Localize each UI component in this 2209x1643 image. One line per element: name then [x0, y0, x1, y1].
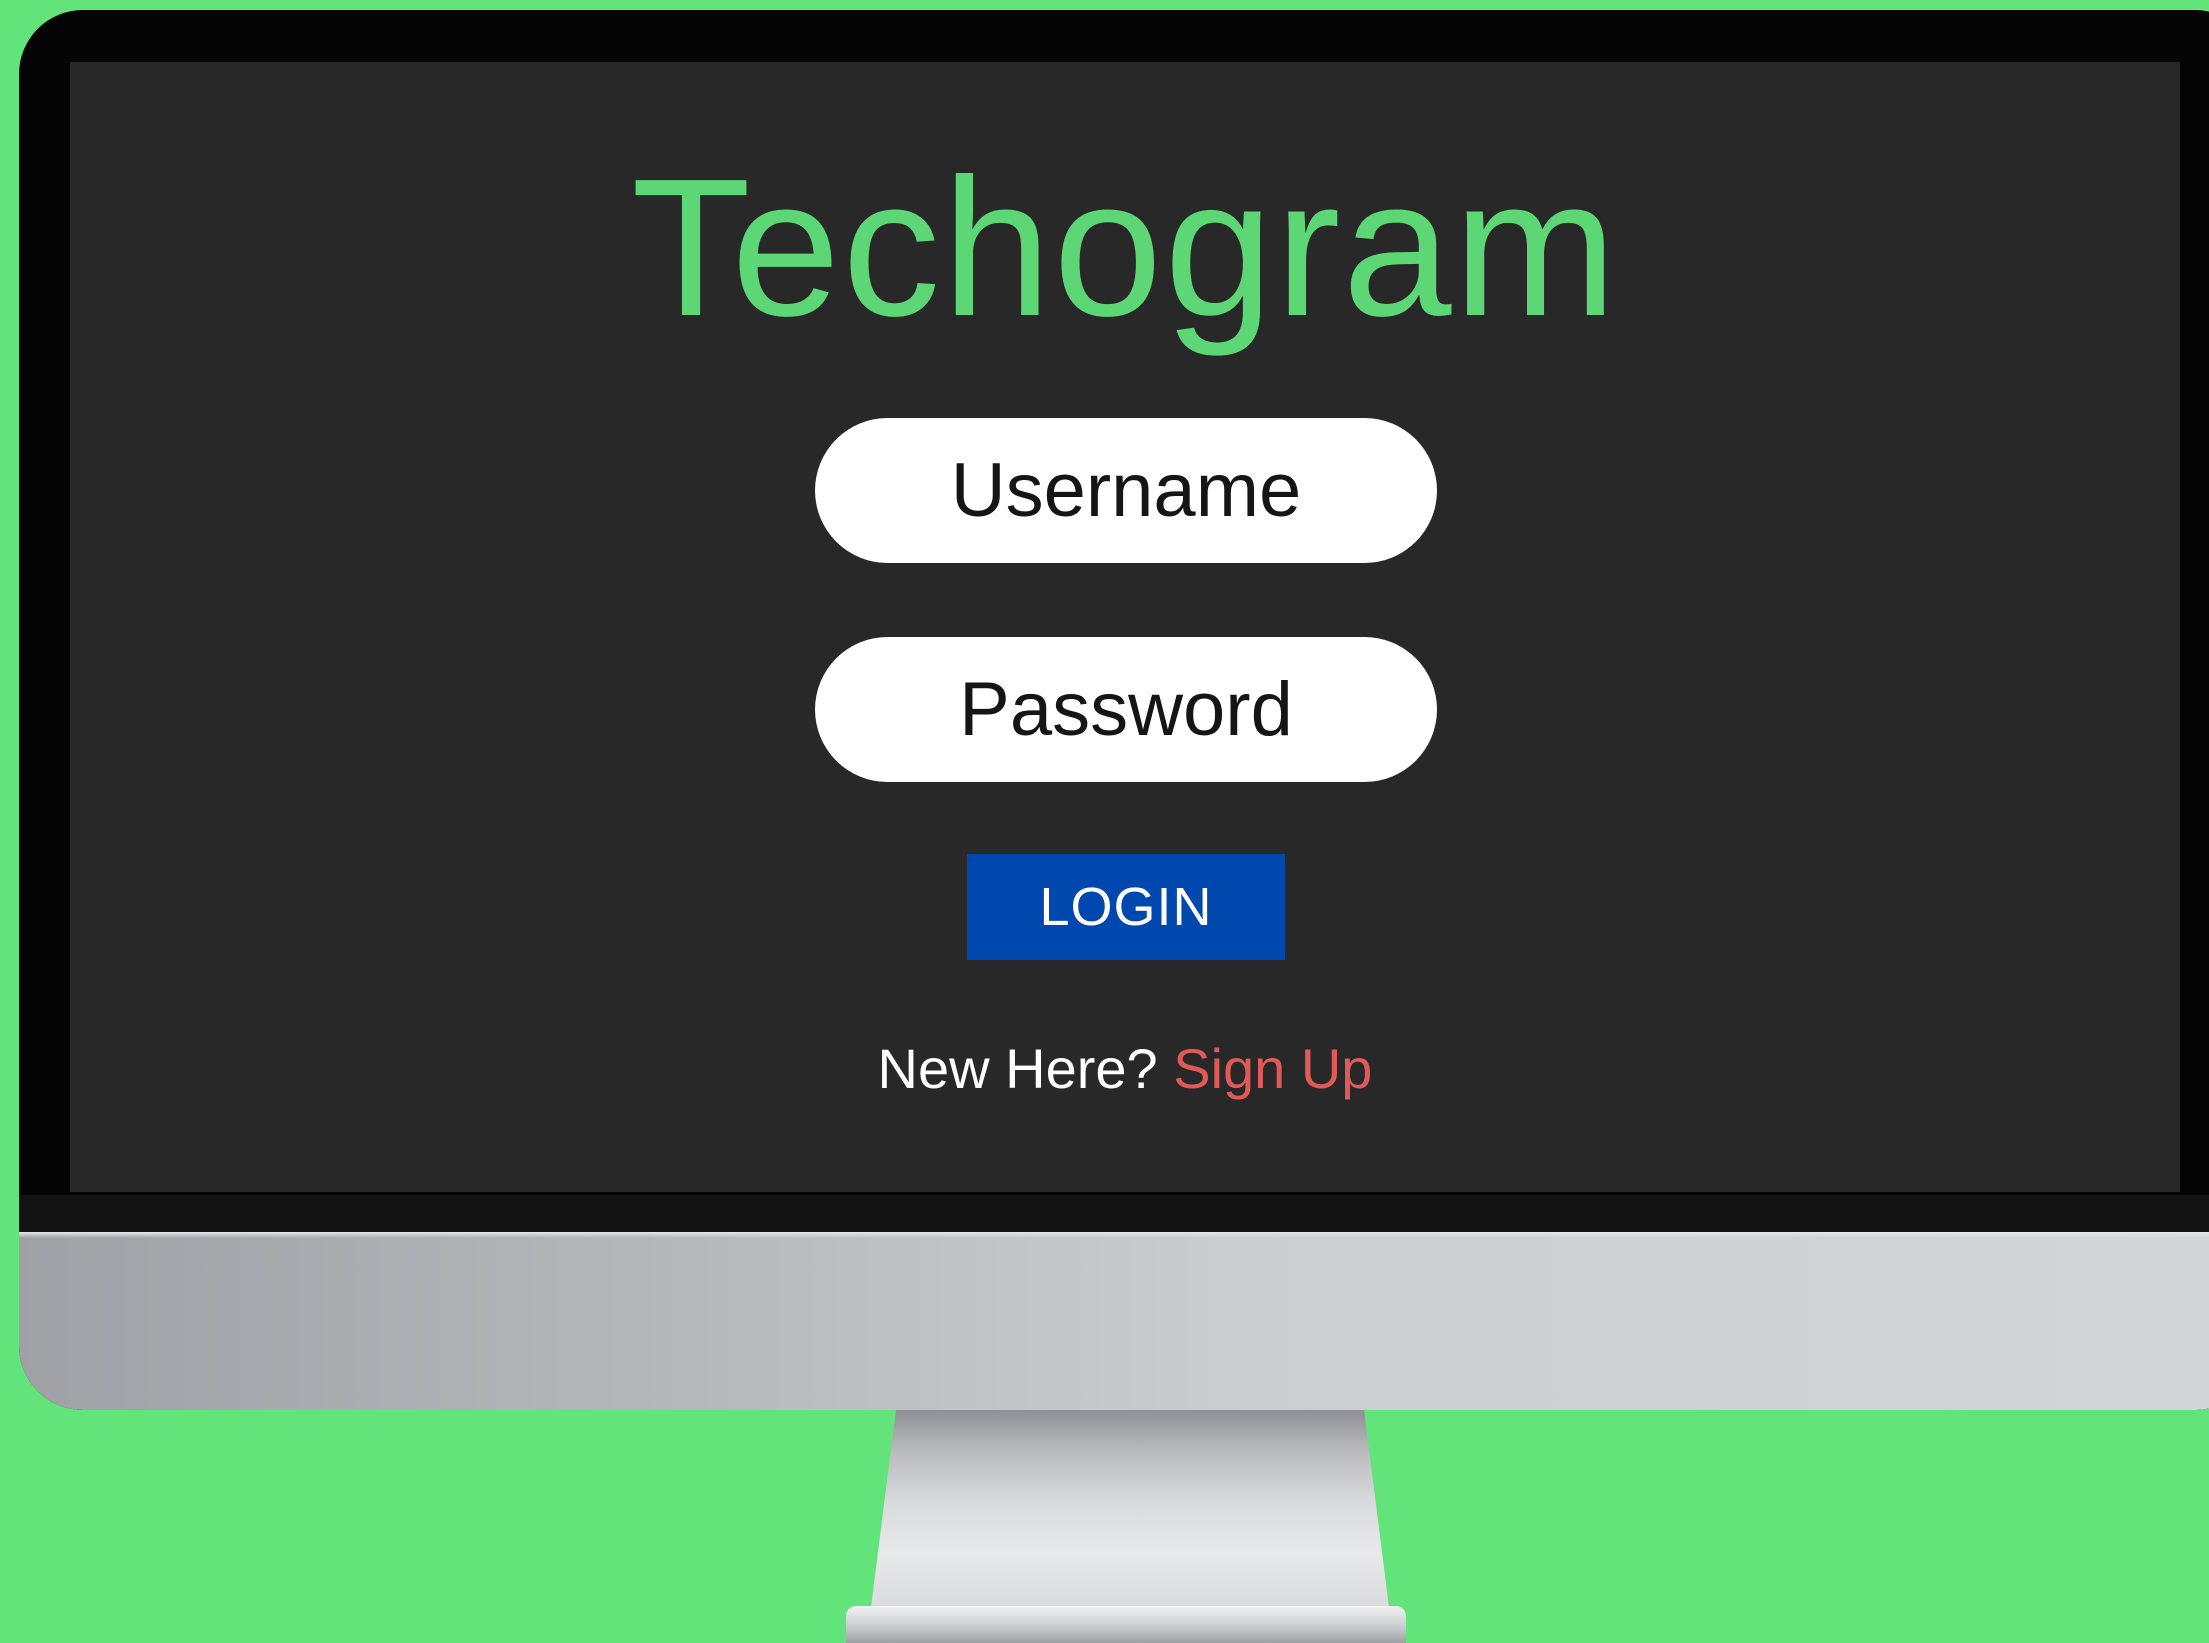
stand-neck	[870, 1410, 1390, 1615]
screen: Techogram Username Password LOGIN New He…	[70, 62, 2180, 1192]
password-placeholder: Password	[959, 667, 1293, 752]
signup-row: New Here? Sign Up	[70, 1034, 2180, 1104]
monitor-stand	[846, 1410, 1406, 1643]
username-field[interactable]: Username	[815, 418, 1437, 563]
signup-prompt: New Here?	[877, 1037, 1174, 1100]
monitor-chin	[19, 1232, 2209, 1410]
stand-base	[846, 1606, 1406, 1643]
login-button[interactable]: LOGIN	[967, 854, 1285, 960]
username-placeholder: Username	[950, 448, 1302, 533]
app-title: Techogram	[631, 138, 1619, 357]
signup-link[interactable]: Sign Up	[1173, 1037, 1372, 1100]
password-field[interactable]: Password	[815, 637, 1437, 782]
login-button-label: LOGIN	[1039, 877, 1213, 937]
